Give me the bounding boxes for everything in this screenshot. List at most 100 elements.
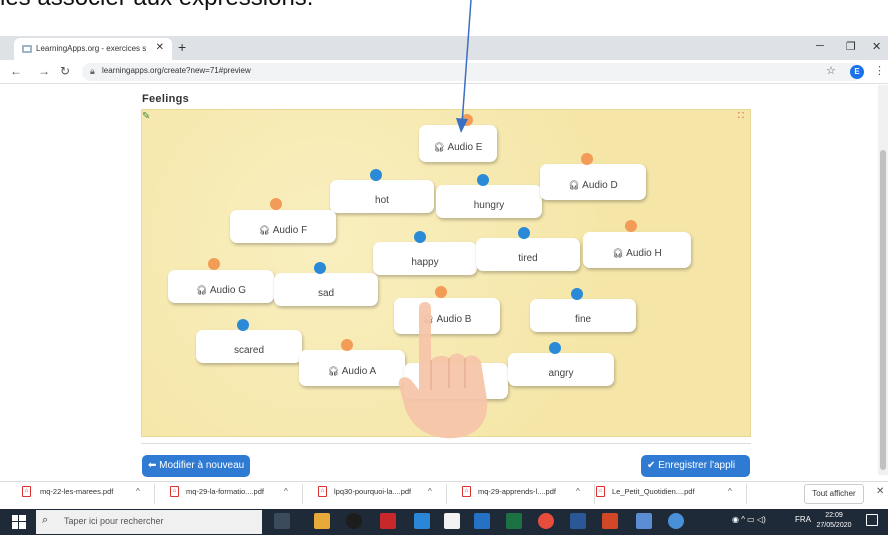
tab-close-icon[interactable]: ✕ bbox=[156, 42, 164, 53]
audio-connector-dot[interactable] bbox=[461, 114, 473, 126]
pdf-icon[interactable]: ⌂ bbox=[462, 486, 471, 497]
scrollbar-thumb[interactable] bbox=[880, 150, 886, 470]
headphones-icon: 🎧︎ bbox=[195, 284, 210, 295]
notification-icon[interactable] bbox=[866, 514, 878, 526]
card-hungry[interactable]: hungry bbox=[436, 185, 542, 218]
word-connector-dot[interactable] bbox=[477, 174, 489, 186]
card-audio-g[interactable]: 🎧︎ Audio G bbox=[168, 270, 274, 303]
word-connector-dot[interactable] bbox=[314, 262, 326, 274]
card-label: angry bbox=[508, 368, 614, 379]
url-text[interactable]: learningapps.org/create?new=71#preview bbox=[102, 66, 251, 75]
menu-icon[interactable]: ⋮ bbox=[874, 64, 885, 77]
new-tab-button[interactable]: + bbox=[178, 39, 186, 55]
edit-icon[interactable]: ✎ bbox=[142, 111, 150, 122]
word-connector-dot[interactable] bbox=[549, 342, 561, 354]
card-text: scared bbox=[233, 344, 264, 356]
file-explorer-icon[interactable] bbox=[314, 513, 330, 529]
mail-icon[interactable] bbox=[474, 513, 490, 529]
card-text: Audio E bbox=[447, 141, 483, 153]
save-app-button[interactable]: ✔ Enregistrer l'appli bbox=[641, 455, 750, 477]
word-connector-dot[interactable] bbox=[518, 227, 530, 239]
paint-icon[interactable] bbox=[636, 513, 652, 529]
card-audio-f[interactable]: 🎧︎ Audio F bbox=[230, 210, 336, 243]
card-label: hungry bbox=[436, 200, 542, 211]
chevron-up-icon[interactable]: ^ bbox=[284, 487, 288, 496]
audio-connector-dot[interactable] bbox=[208, 258, 220, 270]
acrobat-icon[interactable] bbox=[380, 513, 396, 529]
modify-again-button[interactable]: ⬅ Modifier à nouveau bbox=[142, 455, 251, 477]
globe-icon[interactable] bbox=[668, 513, 684, 529]
chevron-up-icon[interactable]: ^ bbox=[728, 487, 732, 496]
pointing-hand-icon bbox=[398, 302, 488, 439]
minimize-icon[interactable]: ─ bbox=[816, 40, 824, 52]
system-tray-icons[interactable]: ◉ ^ ▭ ◁) bbox=[732, 515, 766, 524]
download-item[interactable]: mq-29-la-formatio....pdf bbox=[186, 487, 264, 496]
download-item[interactable]: lpq30-pourquoi-la....pdf bbox=[334, 487, 411, 496]
store-icon[interactable] bbox=[444, 513, 460, 529]
pdf-icon[interactable]: ⌂ bbox=[596, 486, 605, 497]
word-connector-dot[interactable] bbox=[414, 231, 426, 243]
card-text: Audio A bbox=[341, 366, 377, 377]
card-audio-d[interactable]: 🎧︎ Audio D bbox=[540, 164, 646, 200]
card-audio-a[interactable]: 🎧︎ Audio A bbox=[299, 350, 405, 386]
profile-avatar[interactable]: E bbox=[850, 65, 864, 79]
back-icon[interactable]: ← bbox=[10, 64, 22, 78]
audio-connector-dot[interactable] bbox=[341, 339, 353, 351]
reload-icon[interactable]: ↻ bbox=[60, 64, 70, 78]
audio-connector-dot[interactable] bbox=[270, 198, 282, 210]
pdf-icon[interactable]: ⌂ bbox=[170, 486, 179, 497]
word-icon[interactable] bbox=[570, 513, 586, 529]
checkmark-icon: ✔ bbox=[647, 460, 656, 471]
card-sad[interactable]: sad bbox=[274, 273, 378, 306]
restore-icon[interactable]: ❐ bbox=[846, 40, 856, 53]
powerpoint-icon[interactable] bbox=[602, 513, 618, 529]
save-app-label: Enregistrer l'appli bbox=[658, 460, 736, 471]
download-item[interactable]: mq-29-apprends-l....pdf bbox=[478, 487, 556, 496]
audio-connector-dot[interactable] bbox=[581, 153, 593, 165]
language-indicator[interactable]: FRA bbox=[795, 515, 811, 524]
arrow-left-icon: ⬅ bbox=[148, 460, 157, 471]
windows-start-icon[interactable] bbox=[12, 515, 26, 529]
word-connector-dot[interactable] bbox=[370, 169, 382, 181]
taskbar-search-input[interactable]: Taper ici pour rechercher bbox=[64, 516, 164, 526]
card-label: 🎧︎ Audio G bbox=[168, 285, 274, 296]
chevron-up-icon[interactable]: ^ bbox=[428, 487, 432, 496]
card-scared[interactable]: scared bbox=[196, 330, 302, 363]
word-connector-dot[interactable] bbox=[571, 288, 583, 300]
excel-icon[interactable] bbox=[506, 513, 522, 529]
forward-icon[interactable]: → bbox=[38, 64, 50, 78]
card-text: happy bbox=[411, 256, 439, 268]
chevron-up-icon[interactable]: ^ bbox=[136, 487, 140, 496]
card-label: tired bbox=[476, 253, 580, 264]
card-angry[interactable]: angry bbox=[508, 353, 614, 386]
word-connector-dot[interactable] bbox=[237, 319, 249, 331]
card-fine[interactable]: fine bbox=[530, 299, 636, 332]
audio-connector-dot[interactable] bbox=[625, 220, 637, 232]
card-audio-h[interactable]: 🎧︎ Audio H bbox=[583, 232, 691, 268]
download-separator bbox=[446, 484, 447, 504]
browser-tab[interactable]: LearningApps.org - exercices sco ✕ bbox=[14, 38, 172, 60]
edge-icon[interactable] bbox=[414, 513, 430, 529]
pdf-icon[interactable]: ⌂ bbox=[318, 486, 327, 497]
bookmark-star-icon[interactable]: ☆ bbox=[826, 64, 836, 77]
card-hot[interactable]: hot bbox=[330, 180, 434, 213]
chevron-up-icon[interactable]: ^ bbox=[576, 487, 580, 496]
hp-icon[interactable] bbox=[346, 513, 362, 529]
card-tired[interactable]: tired bbox=[476, 238, 580, 271]
card-happy[interactable]: happy bbox=[373, 242, 477, 275]
fullscreen-icon[interactable]: ⛶ bbox=[738, 111, 744, 121]
task-view-icon[interactable] bbox=[274, 513, 290, 529]
download-separator bbox=[154, 484, 155, 504]
clock[interactable]: 22:09 27/05/2020 bbox=[816, 511, 852, 531]
show-all-button[interactable]: Tout afficher bbox=[804, 484, 864, 504]
card-audio-e[interactable]: 🎧︎ Audio E bbox=[419, 125, 497, 162]
download-item[interactable]: mq-22-les-marees.pdf bbox=[40, 487, 113, 496]
chrome-icon[interactable] bbox=[538, 513, 554, 529]
close-downloads-icon[interactable]: ✕ bbox=[876, 486, 884, 497]
card-label: 🎧︎ Audio D bbox=[540, 180, 646, 191]
lock-icon[interactable]: 🔒︎ bbox=[90, 66, 95, 77]
close-window-icon[interactable]: ✕ bbox=[872, 40, 881, 53]
card-text: Audio D bbox=[582, 180, 618, 191]
download-item[interactable]: Le_Petit_Quotidien....pdf bbox=[612, 487, 695, 496]
pdf-icon[interactable]: ⌂ bbox=[22, 486, 31, 497]
